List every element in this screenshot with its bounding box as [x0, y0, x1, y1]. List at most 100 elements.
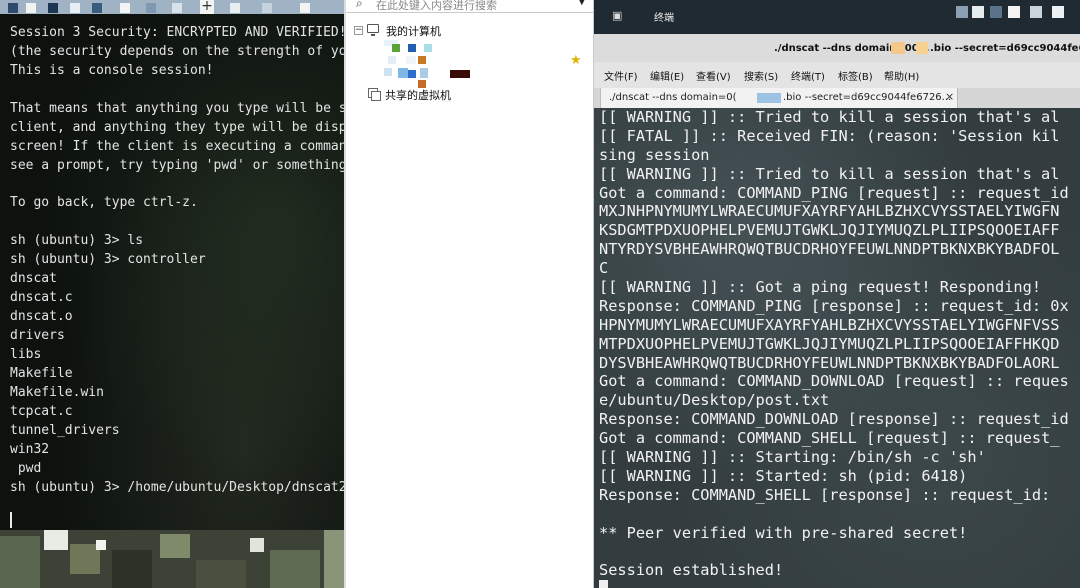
- mosaic-block: [388, 56, 396, 64]
- terminal-app-icon[interactable]: ▣: [612, 9, 622, 22]
- mosaic-block: [70, 3, 80, 13]
- terminal-line: pwd: [10, 460, 42, 476]
- menu-tabs[interactable]: 标签(B): [838, 68, 873, 83]
- favorite-star-icon[interactable]: ★: [570, 53, 582, 68]
- menu-bar: 文件(F) 编辑(E) 查看(V) 搜索(S) 终端(T) 标签(B) 帮助(H…: [594, 62, 1080, 88]
- terminal-line: [[ WARNING ]] :: Starting: /bin/sh -c 's…: [599, 448, 986, 467]
- mosaic-block: [424, 44, 432, 52]
- terminal-line: Response: COMMAND_SHELL [response] :: re…: [599, 485, 1060, 504]
- terminal-line: libs: [10, 346, 42, 362]
- window-title-tail: .bio --secret=d69cc9044fe6: [930, 43, 1080, 54]
- terminal-line: dnscat.c: [10, 290, 73, 306]
- left-terminal-window[interactable]: + Session 3 Security: ENCRYPTED AND VERI…: [0, 0, 346, 588]
- taskbar-mosaic: [0, 530, 346, 588]
- desktop-topbar: ▣ 终端: [594, 0, 1080, 34]
- collapse-toggle-icon[interactable]: −: [354, 26, 363, 35]
- mosaic-block: [990, 6, 1002, 18]
- terminal-line: [[ FATAL ]] :: Received FIN: (reason: 'S…: [599, 126, 1060, 145]
- terminal-line: Got a command: COMMAND_DOWNLOAD [request…: [599, 372, 1069, 391]
- mosaic-block: [384, 68, 392, 76]
- terminal-line: dnscat: [10, 271, 57, 287]
- mosaic-block: [230, 3, 240, 13]
- mosaic-block: [270, 550, 320, 588]
- terminal-line: drivers: [10, 328, 65, 343]
- terminal-line: [[ WARNING ]] :: Tried to kill a session…: [599, 164, 1060, 183]
- terminal-line: Makefile.win: [10, 384, 104, 400]
- terminal-line: MXJNHPNYMUMYLWRAECUMUFXAYRFYAHLBZHXCVYSS…: [599, 202, 1060, 221]
- menu-help[interactable]: 帮助(H): [884, 68, 919, 83]
- terminal-line: ** Peer verified with pre-shared secret!: [599, 523, 968, 542]
- tab-title-tail: .bio --secret=d69cc9044fe6726...: [783, 92, 952, 103]
- close-icon[interactable]: ×: [945, 90, 954, 103]
- chevron-down-icon[interactable]: ▼: [578, 0, 586, 7]
- terminal-line: sh (ubuntu) 3> controller: [10, 252, 206, 268]
- terminal-line: tcpcat.c: [10, 403, 73, 419]
- mosaic-block: [398, 68, 408, 78]
- terminal-line: [[ WARNING ]] :: Got a ping request! Res…: [599, 278, 1042, 297]
- computer-icon: [367, 24, 379, 36]
- menu-terminal[interactable]: 终端(T): [791, 68, 825, 83]
- menu-edit[interactable]: 编辑(E): [650, 68, 684, 83]
- mosaic-block: [96, 540, 106, 550]
- mosaic-block: [408, 70, 416, 78]
- terminal-line: Response: COMMAND_DOWNLOAD [response] ::…: [599, 410, 1069, 429]
- terminal-line: Session 3 Security: ENCRYPTED AND VERIFI…: [10, 25, 346, 40]
- vm-list-mosaic[interactable]: [384, 40, 494, 88]
- mosaic-block: [1052, 6, 1064, 18]
- tree-item-label: 共享的虚拟机: [385, 89, 451, 102]
- tab-title: ./dnscat --dns domain=0(: [609, 92, 737, 103]
- app-name: 终端: [654, 13, 674, 24]
- terminal-line: C: [599, 259, 609, 278]
- menu-file[interactable]: 文件(F): [604, 68, 638, 83]
- terminal-line: KSDGMTPDXUOPHELPVEMUJTGWKLJQJIYMUQZLPLII…: [599, 221, 1060, 240]
- mosaic-block: [418, 56, 426, 64]
- mosaic-block: [120, 3, 130, 13]
- mosaic-block: [160, 534, 190, 558]
- mosaic-block: [146, 3, 156, 13]
- terminal-line: see a prompt, try typing 'pwd' or someth…: [10, 157, 346, 173]
- terminal-line: This is a console session!: [10, 62, 214, 78]
- mosaic-block: [450, 70, 470, 78]
- terminal-line: sh (ubuntu) 3> ls: [10, 233, 144, 249]
- terminal-line: dnscat.o: [10, 309, 73, 325]
- left-terminal-output[interactable]: Session 3 Security: ENCRYPTED AND VERIFI…: [0, 14, 346, 530]
- terminal-line: MTPDXUOPHELPVEMUJTGWKLJQJIYMUQZLPLIIPSQO…: [599, 334, 1060, 353]
- mosaic-block: [956, 6, 968, 18]
- window-titlebar[interactable]: ./dnscat --dns domain=006. .bio --secret…: [594, 34, 1080, 62]
- terminal-line: sh (ubuntu) 3> /home/ubuntu/Desktop/dnsc…: [10, 479, 346, 495]
- left-terminal-tabstrip: +: [0, 0, 346, 14]
- mosaic-block: [8, 3, 18, 13]
- terminal-line: Makefile: [10, 365, 73, 381]
- mosaic-block: [48, 3, 58, 13]
- right-terminal-lines: [[ WARNING ]] :: Tried to kill a session…: [599, 108, 1069, 580]
- terminal-line: HPNYMUMYLWRAECUMUFXAYRFYAHLBZHXCVYSSTAEL…: [599, 315, 1060, 334]
- library-search-bar[interactable]: ⌕ 在此处键入内容进行搜索 ▼: [346, 0, 594, 13]
- mosaic-block: [420, 68, 428, 78]
- mosaic-block: [250, 538, 264, 552]
- vm-library-panel: ⌕ 在此处键入内容进行搜索 ▼ − 我的计算机 ★ 共享的虚拟机: [346, 0, 594, 588]
- mosaic-block: [891, 42, 905, 54]
- mosaic-block: [916, 42, 928, 54]
- terminal-line: Session established!: [599, 561, 784, 580]
- mosaic-block: [1008, 6, 1020, 18]
- mosaic-block: [1030, 6, 1042, 18]
- right-terminal-output[interactable]: [[ WARNING ]] :: Tried to kill a session…: [594, 108, 1080, 588]
- search-icon: ⌕: [356, 0, 363, 10]
- mosaic-block: [757, 93, 781, 103]
- menu-view[interactable]: 查看(V): [696, 68, 731, 83]
- new-tab-button[interactable]: +: [200, 0, 214, 14]
- mosaic-block: [972, 6, 984, 18]
- mosaic-block: [0, 536, 40, 588]
- mosaic-block: [406, 56, 416, 64]
- window-title: ./dnscat --dns domain=006.: [774, 43, 930, 54]
- right-terminal-window[interactable]: ▣ 终端 ./dnscat --dns domain=006. .bio --s…: [594, 0, 1080, 588]
- search-input[interactable]: 在此处键入内容进行搜索: [376, 0, 497, 13]
- mosaic-block: [112, 550, 152, 588]
- tab-dnscat[interactable]: ./dnscat --dns domain=0( .bio --secret=d…: [600, 88, 958, 108]
- mosaic-block: [324, 530, 346, 588]
- menu-search[interactable]: 搜索(S): [744, 68, 778, 83]
- mosaic-block: [92, 3, 102, 13]
